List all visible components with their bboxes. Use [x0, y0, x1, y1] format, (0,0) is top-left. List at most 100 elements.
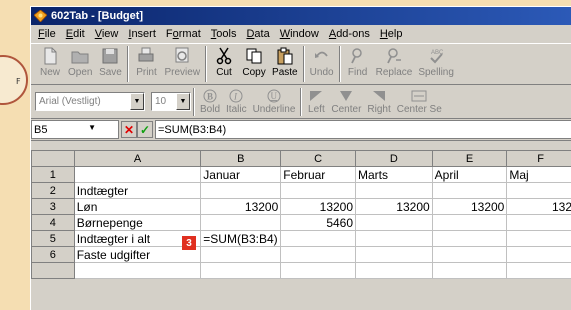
cell-e5[interactable]: [431, 230, 508, 247]
cell-e7[interactable]: [431, 262, 508, 279]
align-right-button[interactable]: Right: [364, 88, 393, 115]
title-bar: 602Tab - [Budget]: [31, 7, 571, 25]
cancel-entry-button[interactable]: ✕: [121, 121, 137, 138]
save-button[interactable]: Save: [95, 46, 125, 78]
cell-b4[interactable]: [200, 214, 282, 231]
column-header-c[interactable]: C: [280, 150, 357, 167]
cell-b5-active[interactable]: =SUM(B3:B4): [200, 230, 282, 247]
menu-insert[interactable]: Insert: [123, 28, 161, 40]
chevron-down-icon[interactable]: ▼: [130, 93, 144, 110]
confirm-entry-button[interactable]: ✓: [137, 121, 153, 138]
row-header[interactable]: 1: [31, 166, 75, 183]
cell-a2[interactable]: Indtægter: [73, 182, 202, 199]
menu-data[interactable]: Data: [241, 28, 274, 40]
menu-addons[interactable]: Add-ons: [324, 28, 375, 40]
table-row-partial: [31, 262, 571, 279]
cell-c3[interactable]: 13200: [280, 198, 357, 215]
cell-c7[interactable]: [280, 262, 357, 279]
menu-view[interactable]: View: [90, 28, 124, 40]
select-all-corner[interactable]: [31, 150, 75, 167]
cell-c4[interactable]: 5460: [280, 214, 357, 231]
cell-reference-box[interactable]: B5 ▼: [31, 120, 119, 139]
new-button[interactable]: New: [35, 46, 65, 78]
cell-e3[interactable]: 13200: [431, 198, 508, 215]
print-button[interactable]: Print: [131, 46, 161, 78]
chevron-down-icon[interactable]: ▼: [88, 123, 96, 132]
column-header-d[interactable]: D: [355, 150, 433, 167]
menu-format[interactable]: Format: [161, 28, 206, 40]
open-button[interactable]: Open: [65, 46, 95, 78]
row-header[interactable]: 6: [31, 246, 75, 263]
menu-window[interactable]: Window: [275, 28, 324, 40]
underline-button[interactable]: U Underline: [250, 88, 299, 115]
cell-c6[interactable]: [280, 246, 357, 263]
cell-e4[interactable]: [431, 214, 508, 231]
cell-d5[interactable]: [355, 230, 433, 247]
cell-f5[interactable]: [506, 230, 571, 247]
italic-button[interactable]: I Italic: [223, 88, 250, 115]
cut-button[interactable]: Cut: [209, 46, 239, 78]
spelling-button[interactable]: ABC Spelling: [415, 46, 457, 78]
align-left-button[interactable]: Left: [304, 88, 328, 115]
cell-f2[interactable]: [506, 182, 571, 199]
standard-toolbar: New Open Save Print Preview Cut Copy Pas…: [31, 43, 571, 85]
row-header[interactable]: 4: [31, 214, 75, 231]
align-center-button[interactable]: Center: [328, 88, 364, 115]
undo-button[interactable]: Undo: [307, 46, 337, 78]
cell-a1[interactable]: [73, 166, 202, 183]
chevron-down-icon[interactable]: ▼: [176, 93, 190, 110]
column-header-f[interactable]: F: [506, 150, 571, 167]
find-button[interactable]: Find: [343, 46, 373, 78]
replace-button[interactable]: Replace: [373, 46, 416, 78]
center-selection-button[interactable]: Center Se: [394, 88, 445, 115]
column-header-e[interactable]: E: [431, 150, 508, 167]
cell-d3[interactable]: 13200: [355, 198, 433, 215]
bold-button[interactable]: B Bold: [197, 88, 223, 115]
cell-d2[interactable]: [355, 182, 433, 199]
cell-f3[interactable]: 132: [506, 198, 571, 215]
row-header[interactable]: 3: [31, 198, 75, 215]
cell-a3[interactable]: Løn: [73, 198, 202, 215]
cell-c5[interactable]: [280, 230, 357, 247]
cell-d6[interactable]: [355, 246, 433, 263]
paste-button[interactable]: Paste: [269, 46, 301, 78]
cell-f6[interactable]: [506, 246, 571, 263]
menu-edit[interactable]: Edit: [61, 28, 90, 40]
cell-e6[interactable]: [431, 246, 508, 263]
cell-b1[interactable]: Januar: [200, 166, 282, 183]
menu-help[interactable]: Help: [375, 28, 408, 40]
cell-c1[interactable]: Februar: [280, 166, 357, 183]
formula-input[interactable]: =SUM(B3:B4): [155, 120, 571, 139]
font-name-select[interactable]: Arial (Vestligt) ▼: [35, 92, 145, 111]
row-header[interactable]: 5: [31, 230, 75, 247]
cell-b6[interactable]: [200, 246, 282, 263]
cell-a4[interactable]: Børnepenge: [73, 214, 202, 231]
cell-b2[interactable]: [200, 182, 282, 199]
cell-b7[interactable]: [200, 262, 282, 279]
cell-f4[interactable]: [506, 214, 571, 231]
cell-c2[interactable]: [280, 182, 357, 199]
italic-icon: I: [229, 89, 243, 103]
cell-b3[interactable]: 13200: [200, 198, 282, 215]
cell-d1[interactable]: Marts: [355, 166, 433, 183]
side-badge-letter: F: [16, 77, 21, 86]
replace-icon: [387, 48, 401, 64]
cell-e2[interactable]: [431, 182, 508, 199]
cell-f1[interactable]: Maj: [506, 166, 571, 183]
row-header[interactable]: [31, 262, 75, 279]
app-icon: [33, 9, 48, 23]
menu-file[interactable]: File: [33, 28, 61, 40]
cell-d7[interactable]: [355, 262, 433, 279]
menu-tools[interactable]: Tools: [206, 28, 242, 40]
column-header-a[interactable]: A: [73, 150, 202, 167]
cell-a7[interactable]: [73, 262, 202, 279]
copy-button[interactable]: Copy: [239, 46, 269, 78]
column-header-b[interactable]: B: [200, 150, 282, 167]
font-size-select[interactable]: 10 ▼: [151, 92, 191, 111]
cell-d4[interactable]: [355, 214, 433, 231]
cell-e1[interactable]: April: [431, 166, 508, 183]
preview-button[interactable]: Preview: [161, 46, 203, 78]
toolbar-separator: [338, 46, 341, 82]
row-header[interactable]: 2: [31, 182, 75, 199]
cell-f7[interactable]: [506, 262, 571, 279]
